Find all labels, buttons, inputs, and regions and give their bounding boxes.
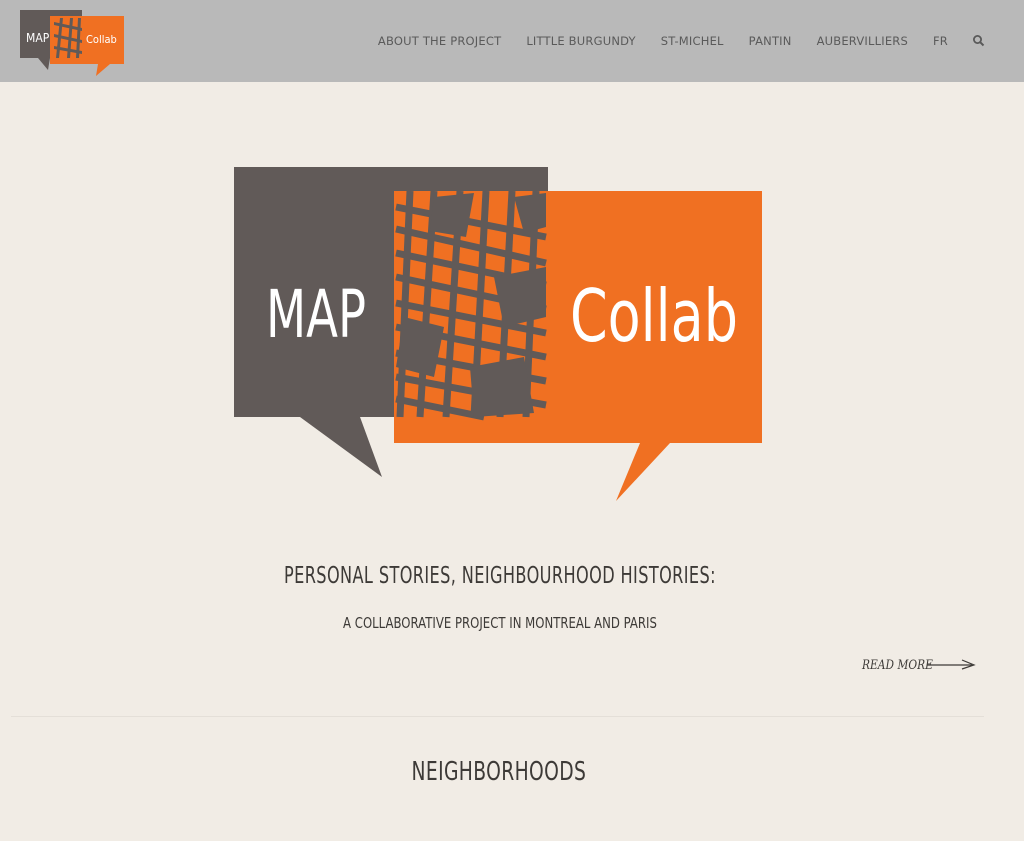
read-more-label: READ MORE	[862, 657, 933, 673]
nav-language-fr[interactable]: FR	[933, 34, 948, 48]
section-divider	[11, 716, 984, 717]
site-logo[interactable]: MAP Collab	[20, 10, 126, 76]
main-nav: ABOUT THE PROJECT LITTLE BURGUNDY ST-MIC…	[353, 0, 986, 82]
logo-word-map: MAP	[26, 31, 50, 45]
nav-about-the-project[interactable]: ABOUT THE PROJECT	[378, 34, 501, 48]
hero-tagline: PERSONAL STORIES, NEIGHBOURHOOD HISTORIE…	[284, 563, 716, 589]
read-more-link[interactable]: READ MORE	[862, 654, 980, 676]
nav-pantin[interactable]: PANTIN	[749, 34, 792, 48]
hero-logo-collab: Collab	[570, 274, 738, 358]
search-icon[interactable]	[972, 34, 986, 48]
neighborhoods-heading: NEIGHBORHOODS	[411, 757, 587, 787]
map-pattern	[394, 190, 548, 421]
hero-subtagline: A COLLABORATIVE PROJECT IN MONTREAL AND …	[343, 614, 657, 632]
nav-aubervilliers[interactable]: AUBERVILLIERS	[817, 34, 908, 48]
logo-word-collab: Collab	[86, 33, 117, 46]
nav-st-michel[interactable]: ST-MICHEL	[661, 34, 724, 48]
hero-logo: MAP Collab	[234, 167, 762, 501]
hero-logo-map: MAP	[266, 276, 366, 353]
header-bar: MAP Collab ABOUT THE PROJECT LITTLE BURG…	[0, 0, 1024, 82]
nav-little-burgundy[interactable]: LITTLE BURGUNDY	[526, 34, 635, 48]
arrow-right-icon	[927, 659, 976, 670]
